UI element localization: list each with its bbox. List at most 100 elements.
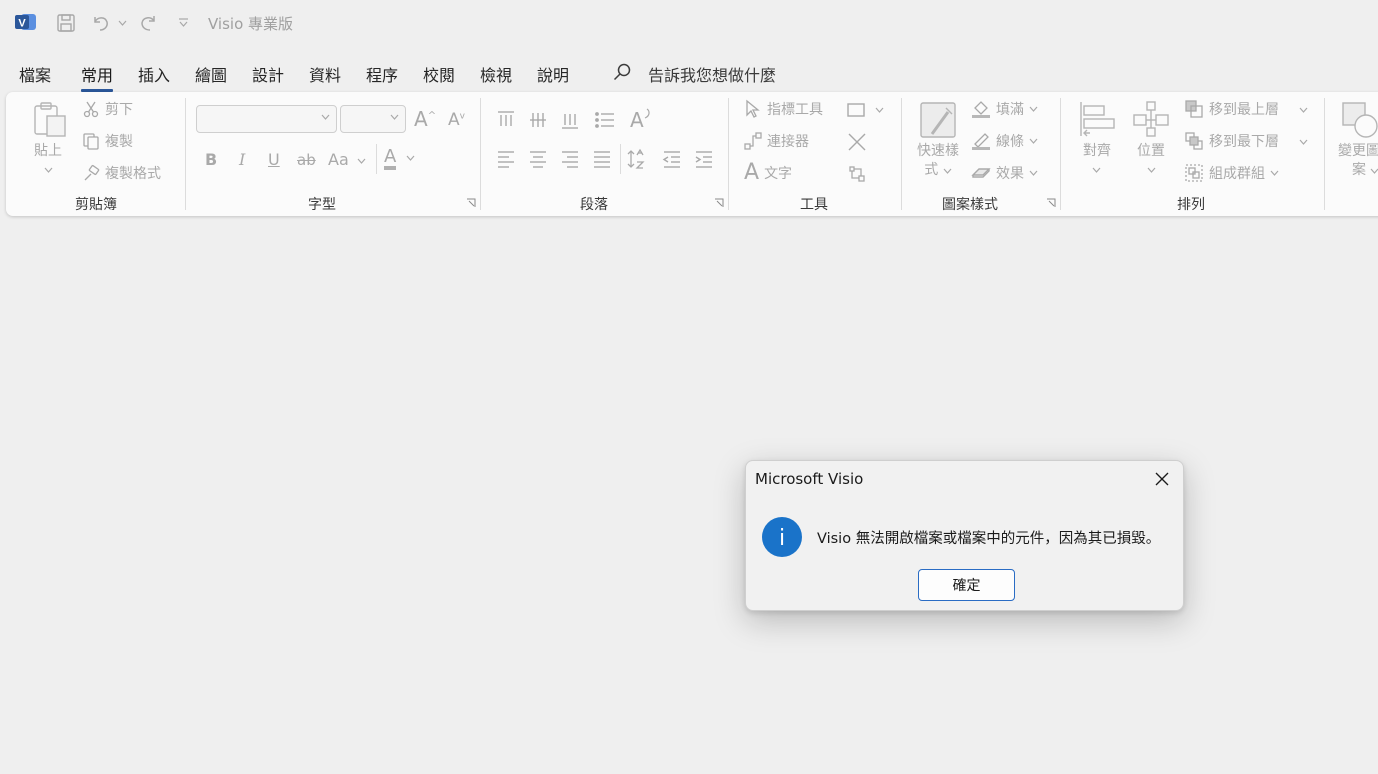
connection-point-icon[interactable] <box>847 164 867 184</box>
align-middle-icon[interactable] <box>528 110 548 130</box>
font-color-button[interactable]: A <box>384 147 415 170</box>
font-family-dropdown[interactable] <box>196 105 337 133</box>
connector-label: 連接器 <box>767 134 809 150</box>
grow-font-button[interactable]: A^ <box>414 107 436 131</box>
paste-button[interactable]: 貼上 <box>32 142 64 161</box>
bold-button[interactable]: B <box>205 150 217 169</box>
fill-bucket-icon <box>972 101 990 118</box>
tab-design[interactable]: 設計 <box>252 62 284 86</box>
align-top-icon[interactable] <box>496 110 516 130</box>
position-button[interactable]: 位置 <box>1134 142 1168 161</box>
chevron-down-icon[interactable] <box>875 107 884 113</box>
group-divider <box>1324 98 1325 210</box>
group-icon <box>1185 164 1203 182</box>
title-bar: V Visio 專業版 <box>0 0 1378 46</box>
align-button[interactable]: 對齊 <box>1080 142 1114 161</box>
effects-icon <box>971 168 991 178</box>
chevron-down-icon <box>390 114 399 120</box>
copy-label: 複製 <box>105 134 133 150</box>
paragraph-group-label: 段落 <box>580 197 608 213</box>
shrink-font-button[interactable]: Av <box>448 110 465 130</box>
tab-view[interactable]: 檢視 <box>480 62 512 86</box>
italic-button[interactable]: I <box>239 150 245 169</box>
text-direction-button[interactable]: A <box>630 108 652 132</box>
save-button[interactable] <box>55 10 77 36</box>
tab-data[interactable]: 資料 <box>309 62 341 86</box>
copy-button[interactable]: 複製 <box>82 131 133 151</box>
bullets-icon[interactable] <box>594 110 616 130</box>
error-dialog: Microsoft Visio i Visio 無法開啟檔案或檔案中的元件，因為… <box>745 460 1184 611</box>
underline-button[interactable]: U <box>268 150 280 169</box>
fill-label: 填滿 <box>996 102 1024 118</box>
chevron-down-icon <box>357 158 366 164</box>
change-shape-button[interactable]: 變更圖 案 <box>1338 142 1378 180</box>
change-case-button[interactable]: Aa <box>328 150 366 169</box>
chevron-down-icon[interactable] <box>1299 139 1308 145</box>
tab-file[interactable]: 檔案 <box>19 62 51 86</box>
position-icon <box>1133 101 1169 137</box>
chevron-down-icon <box>1371 168 1378 174</box>
tab-insert[interactable]: 插入 <box>138 62 170 86</box>
undo-button[interactable] <box>90 10 112 36</box>
chevron-down-icon[interactable] <box>1299 107 1308 113</box>
undo-dropdown[interactable] <box>116 10 128 36</box>
fill-button[interactable]: 填滿 <box>971 99 1038 119</box>
increase-indent-icon[interactable] <box>694 150 714 168</box>
rectangle-shape-icon[interactable] <box>846 102 866 118</box>
tell-me-search[interactable]: 告訴我您想做什麼 <box>648 62 776 86</box>
logo-letter: V <box>18 18 26 30</box>
tab-draw[interactable]: 繪圖 <box>195 62 227 86</box>
customize-qat-button[interactable] <box>176 10 190 36</box>
undo-icon <box>94 17 108 31</box>
font-dialog-launcher-icon[interactable] <box>466 198 476 208</box>
text-tool-button[interactable]: A 文字 <box>744 160 792 185</box>
shape-styles-dialog-launcher-icon[interactable] <box>1046 198 1056 208</box>
clipboard-group-label: 剪貼簿 <box>75 197 117 213</box>
quick-styles-button[interactable]: 快速樣 式 <box>910 142 966 180</box>
align-center-icon[interactable] <box>528 150 548 168</box>
align-shapes-icon <box>1080 102 1115 137</box>
decrease-indent-icon[interactable] <box>662 150 682 168</box>
ok-button[interactable]: 確定 <box>918 569 1015 601</box>
line-spacing-icon[interactable] <box>626 148 648 170</box>
dialog-title: Microsoft Visio <box>755 470 864 488</box>
send-to-back-button[interactable]: 移到最下層 <box>1184 131 1279 151</box>
align-bottom-icon[interactable] <box>560 110 580 130</box>
search-icon[interactable] <box>612 62 632 82</box>
close-icon[interactable] <box>1153 470 1171 488</box>
tab-process[interactable]: 程序 <box>366 62 398 86</box>
group-button[interactable]: 組成群組 <box>1184 163 1279 183</box>
quick-styles-line2: 式 <box>910 161 966 180</box>
redo-button[interactable] <box>138 10 160 36</box>
tab-home[interactable]: 常用 <box>81 62 114 92</box>
text-tool-label: 文字 <box>764 165 793 182</box>
effects-label: 效果 <box>996 166 1024 182</box>
pen-line-icon <box>972 133 990 150</box>
justify-icon[interactable] <box>592 150 612 168</box>
customize-chevron-icon <box>178 18 188 27</box>
line-x-icon[interactable] <box>847 132 867 152</box>
bring-to-front-button[interactable]: 移到最上層 <box>1184 99 1279 119</box>
strikethrough-button[interactable]: ab <box>297 151 316 169</box>
tab-help[interactable]: 說明 <box>537 62 569 86</box>
change-shape-line1: 變更圖 <box>1338 143 1378 159</box>
tab-review[interactable]: 校閱 <box>423 62 455 86</box>
change-case-glyph: Aa <box>328 150 349 169</box>
paragraph-dialog-launcher-icon[interactable] <box>714 198 724 208</box>
paste-chevron-icon <box>44 167 53 173</box>
format-painter-button[interactable]: 複製格式 <box>82 163 161 183</box>
font-size-dropdown[interactable] <box>340 105 406 133</box>
line-button[interactable]: 線條 <box>971 131 1038 151</box>
chevron-down-icon <box>406 155 415 161</box>
shrink-font-glyph: A <box>448 110 460 130</box>
line-label: 線條 <box>996 134 1024 150</box>
align-left-icon[interactable] <box>496 150 516 168</box>
effects-button[interactable]: 效果 <box>971 163 1038 183</box>
pointer-tool-button[interactable]: 指標工具 <box>744 99 823 119</box>
change-shape-line2: 案 <box>1338 161 1378 180</box>
cut-button[interactable]: 剪下 <box>82 99 133 119</box>
align-right-icon[interactable] <box>560 150 580 168</box>
text-tool-glyph: A <box>744 160 760 185</box>
connector-button[interactable]: 連接器 <box>744 131 809 151</box>
group-divider <box>901 98 902 210</box>
